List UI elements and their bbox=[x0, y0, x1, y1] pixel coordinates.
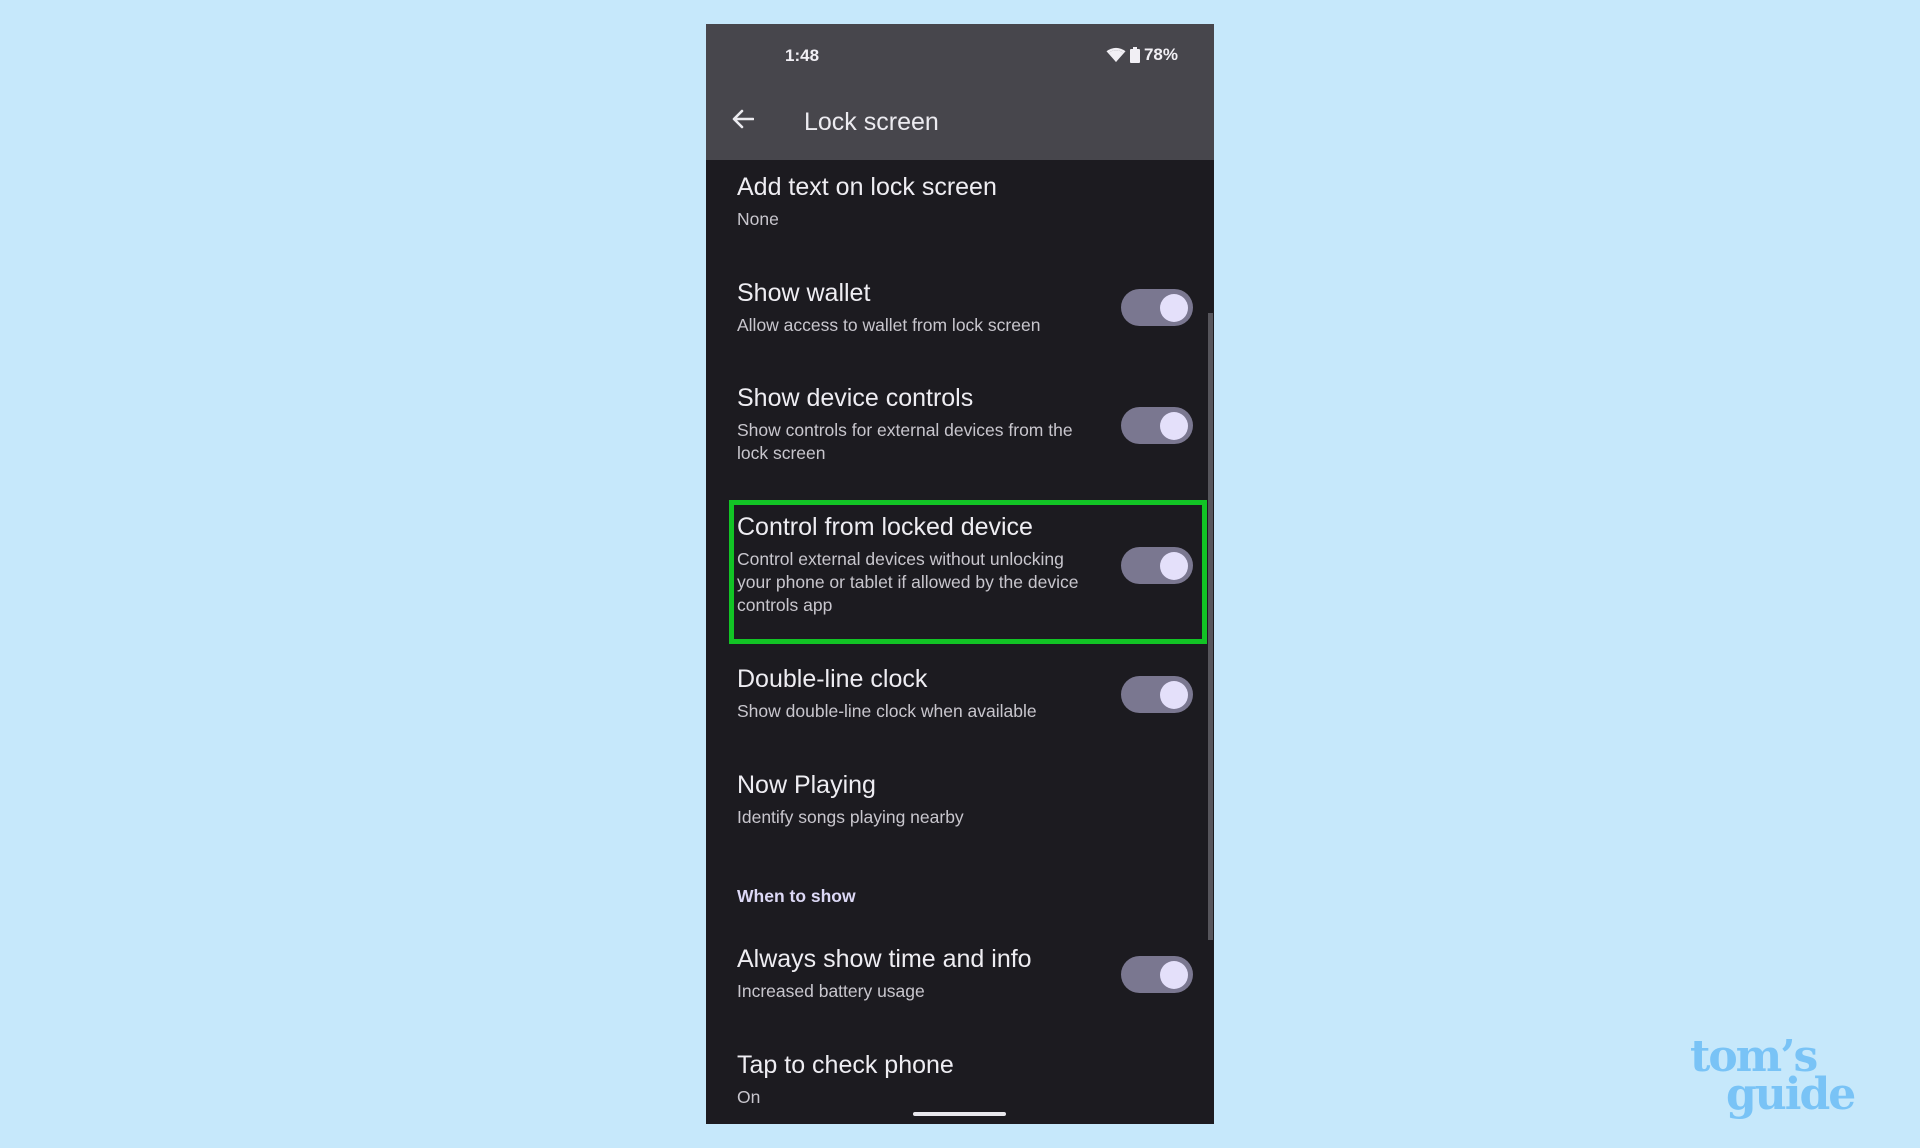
home-indicator[interactable] bbox=[913, 1112, 1006, 1116]
always-show-time-toggle[interactable] bbox=[1121, 956, 1193, 993]
top-bar: 1:48 78% Lock screen bbox=[706, 24, 1214, 160]
setting-subtitle: None bbox=[737, 209, 779, 229]
phone-screen: 1:48 78% Lock screen Add text on lock sc… bbox=[706, 24, 1214, 1124]
toggle-knob bbox=[1160, 680, 1188, 709]
setting-title: Double-line clock bbox=[737, 665, 928, 693]
setting-title: Always show time and info bbox=[737, 945, 1032, 973]
setting-subtitle: Increased battery usage bbox=[737, 981, 925, 1001]
setting-title: Control from locked device bbox=[737, 513, 1033, 541]
setting-control-from-locked-device[interactable]: Control from locked device Control exter… bbox=[737, 512, 1097, 617]
setting-show-device-controls[interactable]: Show device controls Show controls for e… bbox=[737, 383, 1097, 465]
setting-show-wallet[interactable]: Show wallet Allow access to wallet from … bbox=[737, 278, 1097, 337]
setting-subtitle: Show controls for external devices from … bbox=[737, 420, 1073, 463]
page-title: Lock screen bbox=[804, 108, 939, 136]
double-line-clock-toggle[interactable] bbox=[1121, 676, 1193, 713]
toggle-knob bbox=[1160, 293, 1188, 322]
setting-tap-to-check-phone[interactable]: Tap to check phone On bbox=[737, 1050, 1097, 1109]
setting-now-playing[interactable]: Now Playing Identify songs playing nearb… bbox=[737, 770, 1097, 829]
back-button[interactable] bbox=[728, 104, 758, 134]
battery-percent: 78% bbox=[1143, 45, 1178, 64]
setting-title: Show wallet bbox=[737, 279, 871, 307]
setting-double-line-clock[interactable]: Double-line clock Show double-line clock… bbox=[737, 664, 1097, 723]
setting-subtitle: Control external devices without unlocki… bbox=[737, 549, 1079, 615]
status-time: 1:48 bbox=[785, 46, 820, 65]
arrow-left-icon bbox=[732, 109, 754, 129]
show-device-controls-toggle[interactable] bbox=[1121, 407, 1193, 444]
toggle-knob bbox=[1160, 551, 1188, 580]
setting-subtitle: Identify songs playing nearby bbox=[737, 807, 964, 827]
toms-guide-logo: tom’s guide bbox=[1690, 1035, 1890, 1120]
toggle-knob bbox=[1160, 960, 1188, 989]
wifi-icon bbox=[1106, 47, 1126, 62]
scrollbar[interactable] bbox=[1208, 313, 1213, 940]
setting-title: Now Playing bbox=[737, 771, 876, 799]
toggle-knob bbox=[1160, 411, 1188, 440]
setting-add-text[interactable]: Add text on lock screen None bbox=[737, 172, 1097, 231]
setting-title: Tap to check phone bbox=[737, 1051, 954, 1079]
battery-icon bbox=[1129, 47, 1140, 63]
control-from-locked-device-toggle[interactable] bbox=[1121, 547, 1193, 584]
logo-line-2: guide bbox=[1726, 1069, 1856, 1120]
show-wallet-toggle[interactable] bbox=[1121, 289, 1193, 326]
status-icons: 78% bbox=[1106, 45, 1178, 65]
section-header-when-to-show: When to show bbox=[737, 886, 856, 906]
setting-title: Add text on lock screen bbox=[737, 173, 997, 201]
setting-subtitle: Allow access to wallet from lock screen bbox=[737, 315, 1041, 335]
setting-title: Show device controls bbox=[737, 384, 974, 412]
setting-subtitle: On bbox=[737, 1087, 761, 1107]
setting-always-show-time[interactable]: Always show time and info Increased batt… bbox=[737, 944, 1097, 1003]
setting-subtitle: Show double-line clock when available bbox=[737, 701, 1037, 721]
